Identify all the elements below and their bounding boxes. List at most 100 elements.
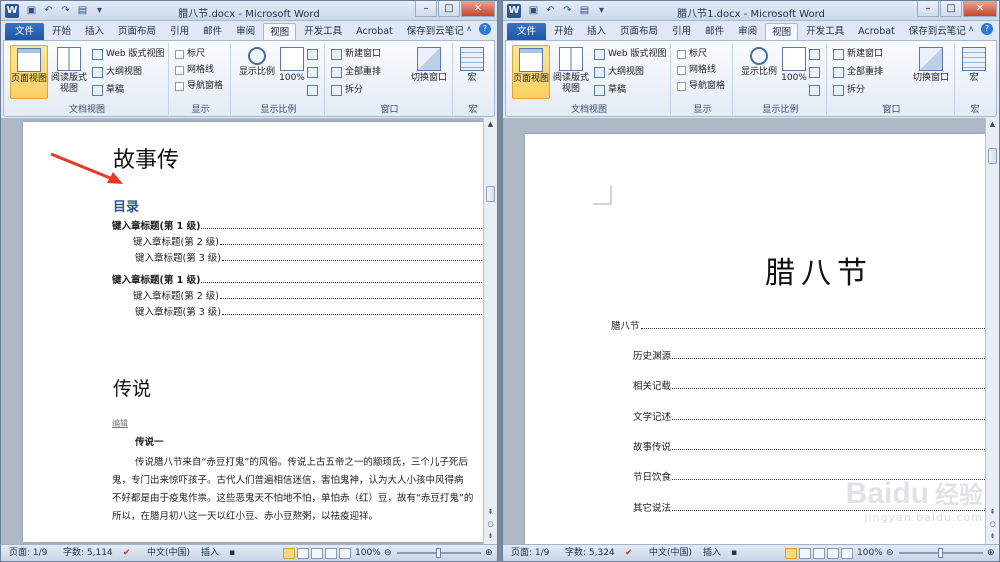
draft-button[interactable]: 草稿	[594, 82, 626, 98]
toc-entry[interactable]: 键入章标题(第 1 级)	[112, 272, 482, 286]
zoom-in-icon[interactable]: ⊕	[987, 545, 995, 561]
tab-mailings[interactable]: 邮件	[197, 23, 228, 40]
zoom-level[interactable]: 100%	[857, 545, 883, 561]
page-width-button[interactable]	[307, 82, 318, 98]
tab-home[interactable]: 开始	[46, 23, 77, 40]
tab-acrobat[interactable]: Acrobat	[350, 23, 399, 40]
zoom-out-icon[interactable]: ⊖	[886, 545, 894, 561]
insert-mode[interactable]: 插入	[703, 545, 721, 561]
tab-file[interactable]: 文件	[5, 23, 45, 40]
word-count[interactable]: 字数: 5,114	[63, 545, 113, 561]
two-pages-button[interactable]	[307, 64, 318, 80]
close-button[interactable]: ✕	[461, 1, 495, 17]
reading-layout-button[interactable]: 阅读版式视图	[50, 45, 88, 99]
tab-insert[interactable]: 插入	[581, 23, 612, 40]
outline-button[interactable]: 大纲视图	[594, 64, 644, 80]
tab-references[interactable]: 引用	[164, 23, 195, 40]
zoom-slider[interactable]	[899, 548, 983, 558]
toc-entry[interactable]: 相关记载	[633, 378, 985, 392]
tab-acrobat[interactable]: Acrobat	[852, 23, 901, 40]
prev-page-icon[interactable]: ⇞	[987, 507, 998, 518]
print-layout-view-icon[interactable]	[785, 548, 797, 559]
reading-view-icon[interactable]	[297, 548, 309, 559]
two-pages-button[interactable]	[809, 64, 820, 80]
zoom-slider-knob[interactable]	[436, 548, 441, 558]
collapse-ribbon-icon[interactable]: ∧	[965, 23, 977, 35]
web-view-icon[interactable]	[311, 548, 323, 559]
next-page-icon[interactable]: ⇟	[485, 531, 496, 542]
one-page-button[interactable]	[307, 46, 318, 62]
toc-entry[interactable]: 历史渊源	[633, 348, 985, 362]
close-button[interactable]: ✕	[963, 1, 997, 17]
collapse-ribbon-icon[interactable]: ∧	[463, 23, 475, 35]
zoom-100-button[interactable]: 100%	[279, 45, 305, 99]
toc-entry[interactable]: 故事传说	[633, 439, 985, 453]
print-layout-button[interactable]: 页面视图	[10, 45, 48, 99]
scroll-thumb[interactable]	[988, 148, 997, 164]
language-indicator[interactable]: 中文(中国)	[147, 545, 190, 561]
print-layout-view-icon[interactable]	[283, 548, 295, 559]
tab-insert[interactable]: 插入	[79, 23, 110, 40]
ruler-checkbox[interactable]: 标尺	[677, 46, 707, 62]
outline-view-icon[interactable]	[827, 548, 839, 559]
scroll-thumb[interactable]	[486, 186, 495, 202]
gridlines-checkbox[interactable]: 网格线	[175, 62, 214, 78]
tab-file[interactable]: 文件	[507, 23, 547, 40]
draft-button[interactable]: 草稿	[92, 82, 124, 98]
page-width-button[interactable]	[809, 82, 820, 98]
scroll-up-icon[interactable]: ▲	[485, 119, 496, 130]
proofing-icon[interactable]: ✔	[625, 545, 633, 561]
new-window-button[interactable]: 新建窗口	[331, 46, 381, 62]
zoom-in-icon[interactable]: ⊕	[485, 545, 493, 561]
tab-save-cloud-note[interactable]: 保存到云笔记	[903, 23, 972, 40]
nav-pane-checkbox[interactable]: 导航窗格	[677, 78, 725, 94]
zoom-button[interactable]: 显示比例	[737, 45, 781, 99]
zoom-out-icon[interactable]: ⊖	[384, 545, 392, 561]
toc-entry[interactable]: 文学记述	[633, 409, 985, 423]
reading-layout-button[interactable]: 阅读版式视图	[552, 45, 590, 99]
one-page-button[interactable]	[809, 46, 820, 62]
vertical-scrollbar[interactable]: ▲ ⇞ ○ ⇟	[985, 118, 999, 544]
draft-view-icon[interactable]	[841, 548, 853, 559]
macros-button[interactable]: 宏	[957, 45, 991, 99]
ruler-checkbox[interactable]: 标尺	[175, 46, 205, 62]
proofing-icon[interactable]: ✔	[123, 545, 131, 561]
arrange-all-button[interactable]: 全部重排	[833, 64, 883, 80]
web-layout-button[interactable]: Web 版式视图	[92, 46, 164, 62]
macro-record-icon[interactable]: ▪	[229, 545, 235, 561]
zoom-slider[interactable]	[397, 548, 481, 558]
nav-pane-checkbox[interactable]: 导航窗格	[175, 78, 223, 94]
toc-entry[interactable]: 腊八节	[611, 318, 985, 332]
maximize-button[interactable]: □	[438, 1, 460, 17]
tab-page-layout[interactable]: 页面布局	[112, 23, 162, 40]
tab-mailings[interactable]: 邮件	[699, 23, 730, 40]
tab-developer[interactable]: 开发工具	[298, 23, 348, 40]
toc-entry[interactable]: 键入章标题(第 2 级)	[133, 288, 482, 302]
page-indicator[interactable]: 页面: 1/9	[9, 545, 47, 561]
language-indicator[interactable]: 中文(中国)	[649, 545, 692, 561]
help-icon[interactable]: ?	[981, 23, 993, 35]
toc-entry[interactable]: 键入章标题(第 3 级)	[135, 304, 482, 318]
tab-review[interactable]: 审阅	[230, 23, 261, 40]
zoom-slider-knob[interactable]	[938, 548, 943, 558]
browse-object-icon[interactable]: ○	[987, 519, 998, 530]
tab-home[interactable]: 开始	[548, 23, 579, 40]
tab-references[interactable]: 引用	[666, 23, 697, 40]
web-view-icon[interactable]	[813, 548, 825, 559]
word-count[interactable]: 字数: 5,324	[565, 545, 615, 561]
tab-view[interactable]: 视图	[263, 23, 297, 40]
tab-save-cloud-note[interactable]: 保存到云笔记	[401, 23, 470, 40]
arrange-all-button[interactable]: 全部重排	[331, 64, 381, 80]
next-page-icon[interactable]: ⇟	[987, 531, 998, 542]
reading-view-icon[interactable]	[799, 548, 811, 559]
prev-page-icon[interactable]: ⇞	[485, 507, 496, 518]
zoom-button[interactable]: 显示比例	[235, 45, 279, 99]
split-button[interactable]: 拆分	[833, 82, 865, 98]
zoom-100-button[interactable]: 100%	[781, 45, 807, 99]
draft-view-icon[interactable]	[339, 548, 351, 559]
toc-entry[interactable]: 键入章标题(第 2 级)	[133, 234, 482, 248]
help-icon[interactable]: ?	[479, 23, 491, 35]
minimize-button[interactable]: –	[415, 1, 437, 17]
minimize-button[interactable]: –	[917, 1, 939, 17]
print-layout-button[interactable]: 页面视图	[512, 45, 550, 99]
